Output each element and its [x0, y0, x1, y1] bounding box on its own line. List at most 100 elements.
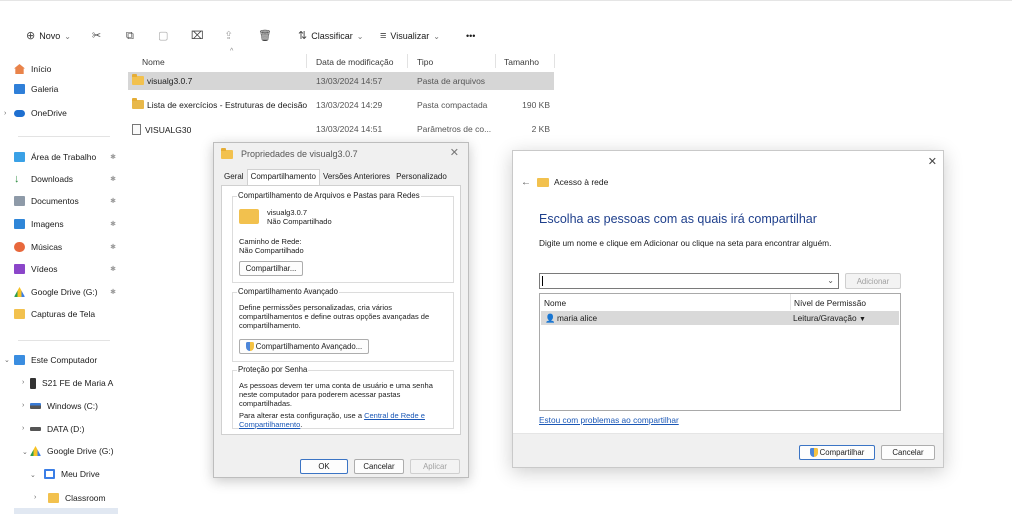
sidebar-item-onedrive[interactable]: OneDrive: [14, 104, 120, 122]
column-header-modified[interactable]: Data de modificação: [316, 57, 394, 67]
column-divider[interactable]: [306, 54, 307, 68]
add-button[interactable]: Adicionar: [845, 273, 901, 289]
sharing-help-link[interactable]: Estou com problemas ao compartilhar: [539, 415, 679, 425]
folder-icon: [48, 493, 59, 503]
column-header-name[interactable]: Nome: [544, 298, 566, 308]
close-icon[interactable]: ✕: [450, 146, 459, 159]
sidebar-item-label: Classroom: [65, 493, 106, 503]
cancel-button[interactable]: Cancelar: [881, 445, 935, 460]
chevron-down-icon[interactable]: ⌄: [30, 471, 36, 479]
chevron-right-icon[interactable]: ›: [22, 379, 24, 386]
more-button[interactable]: •••: [466, 28, 475, 44]
sidebar-item-my-drive[interactable]: Meu Drive: [44, 465, 120, 483]
new-button[interactable]: ⊕ Novo ⌄: [26, 28, 71, 44]
column-divider[interactable]: [495, 54, 496, 68]
text-caret: [542, 276, 543, 286]
column-header-size[interactable]: Tamanho: [504, 57, 539, 67]
back-arrow-icon[interactable]: ←: [521, 177, 531, 188]
share-button[interactable]: Compartilhar...: [239, 261, 303, 276]
table-row[interactable]: VISUALG30 13/03/2024 14:51 Parâmetros de…: [128, 120, 554, 138]
settings-file-icon: [132, 124, 141, 135]
column-divider[interactable]: [407, 54, 408, 68]
rename-button[interactable]: ⌧: [191, 28, 204, 44]
sidebar-item-videos[interactable]: Vídeos ✱: [14, 260, 120, 278]
column-header-name[interactable]: Nome: [142, 57, 165, 67]
sidebar-item-data-d[interactable]: DATA (D:): [30, 420, 120, 438]
cloud-icon: [14, 109, 25, 117]
dialog-title: Propriedades de visualg3.0.7: [241, 149, 358, 159]
chevron-down-icon: ⌄: [433, 31, 440, 41]
sidebar-item-screenshots[interactable]: Capturas de Tela: [14, 305, 120, 323]
tab-sharing[interactable]: Compartilhamento: [246, 169, 320, 185]
chevron-down-icon[interactable]: ⌄: [4, 356, 10, 364]
sidebar-item-google-drive[interactable]: Google Drive (G:): [30, 442, 120, 460]
column-divider[interactable]: [790, 294, 791, 310]
tab-general[interactable]: Geral: [221, 170, 247, 185]
share-toolbar-button[interactable]: ⇪: [224, 28, 233, 44]
wizard-title: Escolha as pessoas com as quais irá comp…: [539, 212, 817, 226]
table-row[interactable]: Lista de exercícios - Estruturas de deci…: [128, 96, 554, 114]
sidebar-item-windows-c[interactable]: Windows (C:): [30, 397, 120, 415]
sidebar-item-music[interactable]: Músicas ✱: [14, 238, 120, 256]
folder-icon: [132, 74, 144, 85]
sidebar-item-images[interactable]: Imagens ✱: [14, 215, 120, 233]
sharing-tab-panel: Compartilhamento de Arquivos e Pastas pa…: [221, 185, 461, 435]
cancel-button[interactable]: Cancelar: [354, 459, 404, 474]
chevron-right-icon[interactable]: ›: [22, 402, 24, 409]
table-row[interactable]: visualg3.0.7 13/03/2024 14:57 Pasta de a…: [128, 72, 554, 90]
sidebar-selected-item[interactable]: [14, 508, 118, 514]
advanced-sharing-button[interactable]: Compartilhamento Avançado...: [239, 339, 369, 354]
user-name-combobox[interactable]: ⌄: [539, 273, 839, 289]
file-modified: 13/03/2024 14:57: [316, 76, 383, 86]
pin-icon: ✱: [110, 176, 116, 183]
column-header-type[interactable]: Tipo: [417, 57, 433, 67]
chevron-down-icon[interactable]: ⌄: [827, 276, 834, 285]
desktop-icon: [14, 152, 25, 162]
copy-button[interactable]: ⧉: [126, 28, 134, 44]
chevron-down-icon[interactable]: ⌄: [22, 448, 28, 456]
drive-icon: [30, 403, 41, 409]
sidebar-item-documents[interactable]: Documentos ✱: [14, 192, 120, 210]
sidebar-item-this-pc[interactable]: Este Computador: [14, 351, 120, 369]
shared-folder-name: visualg3.0.7: [267, 208, 308, 217]
close-icon[interactable]: ✕: [928, 155, 937, 168]
column-header-permission[interactable]: Nível de Permissão: [794, 298, 866, 308]
chevron-right-icon[interactable]: ›: [4, 110, 6, 117]
chevron-right-icon[interactable]: ›: [34, 494, 36, 501]
table-row[interactable]: 👤 maria alice Leitura/Gravação ▼: [541, 311, 899, 325]
chevron-right-icon[interactable]: ›: [22, 425, 24, 432]
apply-button[interactable]: Aplicar: [410, 459, 460, 474]
sidebar-item-label: Google Drive (G:): [31, 287, 98, 297]
sidebar-item-downloads[interactable]: ↓ Downloads ✱: [14, 170, 120, 188]
password-protection-description: As pessoas devem ter uma conta de usuári…: [239, 381, 433, 408]
sidebar-item-gallery[interactable]: Galeria: [14, 80, 120, 98]
share-confirm-button[interactable]: Compartilhar: [799, 445, 875, 460]
folder-icon: [221, 147, 233, 159]
tab-customize[interactable]: Personalizado: [393, 170, 450, 185]
sidebar-item-phone[interactable]: S21 FE de Maria A: [30, 374, 120, 392]
column-divider[interactable]: [554, 54, 555, 68]
large-folder-icon: [239, 209, 259, 224]
view-button[interactable]: ≡ Visualizar ⌄: [380, 28, 440, 44]
sidebar-item-desktop[interactable]: Área de Trabalho ✱: [14, 148, 120, 166]
chevron-down-icon: ⌄: [356, 31, 364, 41]
uac-shield-icon: [809, 448, 818, 457]
group-label: Proteção por Senha: [237, 365, 309, 374]
delete-button[interactable]: 🗑: [258, 28, 272, 44]
ok-button[interactable]: OK: [300, 459, 348, 474]
file-modified: 13/03/2024 14:51: [316, 124, 383, 134]
sidebar-item-home[interactable]: Início: [14, 60, 120, 78]
sidebar-item-label: Capturas de Tela: [31, 309, 96, 319]
permission-dropdown[interactable]: Leitura/Gravação ▼: [793, 313, 866, 323]
file-size: 190 KB: [522, 100, 550, 110]
sidebar-item-label: Início: [31, 64, 52, 74]
dialog-title-bar[interactable]: Propriedades de visualg3.0.7: [221, 147, 358, 159]
tab-previous-versions[interactable]: Versões Anteriores: [320, 170, 393, 185]
paste-button[interactable]: ▢: [158, 28, 168, 44]
cut-button[interactable]: ✂: [92, 28, 101, 44]
sort-button[interactable]: ⇅ Classificar ⌄: [298, 28, 363, 44]
rename-icon: ⌧: [191, 29, 204, 42]
advanced-sharing-description: Define permissões personalizadas, cria v…: [239, 303, 430, 330]
sidebar-item-google-drive-quick[interactable]: Google Drive (G:) ✱: [14, 283, 120, 301]
sidebar-item-classroom[interactable]: Classroom: [48, 489, 120, 507]
